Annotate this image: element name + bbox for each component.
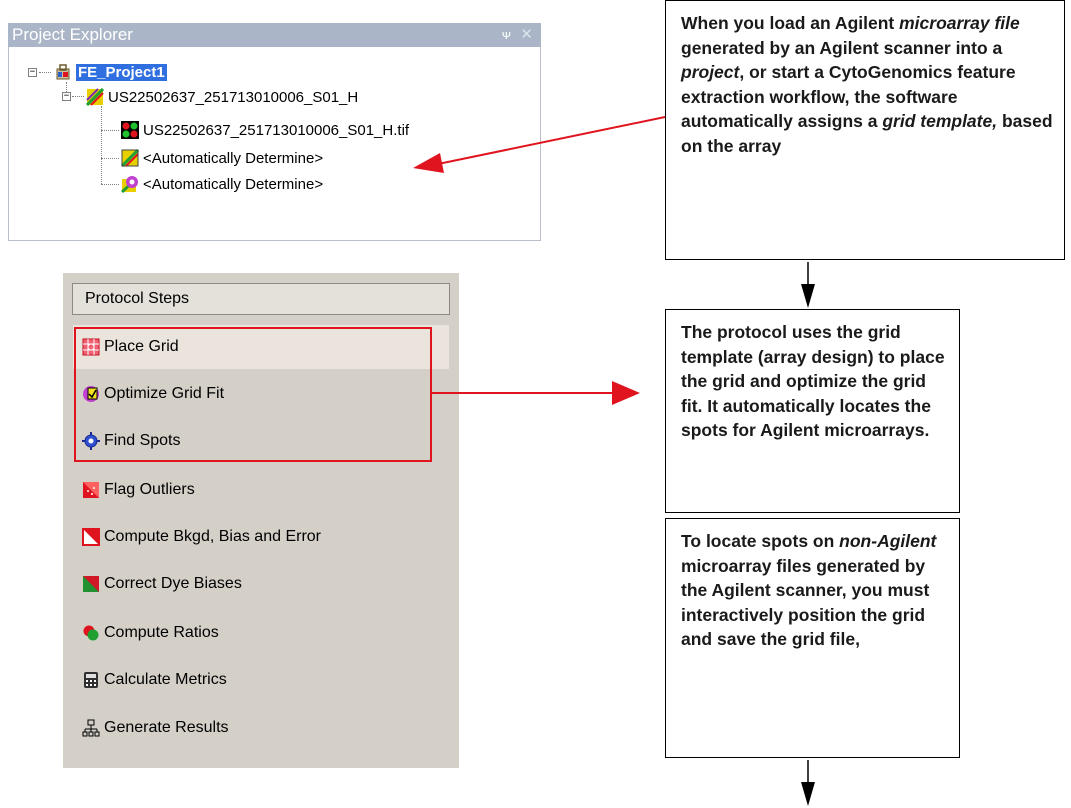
tree-item-scan[interactable]: US22502637_251713010006_S01_H — [85, 86, 359, 108]
tree-item-grid-template[interactable]: <Automatically Determine> — [120, 147, 324, 169]
close-icon[interactable]: ✕ — [520, 23, 533, 47]
arrow-down-1 — [801, 262, 815, 308]
step-label: Compute Ratios — [104, 624, 219, 641]
arrow-to-protocol-callout — [432, 381, 640, 405]
tree-item-label: <Automatically Determine> — [143, 149, 324, 167]
tree-item-label: <Automatically Determine> — [143, 175, 324, 193]
project-explorer-title: Project Explorer — [12, 25, 133, 44]
step-compute-bkgd[interactable]: Compute Bkgd, Bias and Error — [82, 524, 321, 550]
correct-dye-biases-icon — [82, 575, 100, 593]
callout-text: When you load an Agilent — [681, 13, 900, 33]
flag-outliers-icon — [82, 481, 100, 499]
tree-connector — [101, 158, 119, 159]
step-label: Flag Outliers — [104, 481, 195, 498]
callout-italic-text: microarray file — [899, 13, 1020, 33]
grid-template-icon — [120, 148, 140, 168]
step-generate-results[interactable]: Generate Results — [82, 715, 229, 741]
tree-connector — [101, 106, 102, 184]
tree-connector — [101, 130, 119, 131]
protocol-icon — [120, 175, 139, 194]
arrow-down-2 — [801, 760, 815, 806]
calculate-metrics-icon — [82, 671, 100, 689]
tree-item-label: US22502637_251713010006_S01_H — [108, 88, 359, 106]
protocol-steps-header[interactable]: Protocol Steps — [72, 283, 450, 315]
callout-non-agilent: To locate spots on non-Agilent microarra… — [665, 518, 960, 758]
step-label: Correct Dye Biases — [104, 575, 242, 592]
project-icon — [54, 63, 72, 81]
step-label: Calculate Metrics — [104, 671, 227, 688]
tree-connector — [101, 184, 119, 185]
tree-item-project[interactable]: FE_Project1 — [54, 61, 167, 83]
collapse-toggle[interactable]: − — [62, 92, 71, 101]
step-label: Compute Bkgd, Bias and Error — [104, 528, 321, 545]
scan-image-icon — [85, 87, 105, 107]
callout-text: generated by an Agilent scanner into a — [681, 37, 1003, 58]
callout-auto-grid-template: When you load an Agilent microarray file… — [665, 0, 1065, 260]
compute-bkgd-icon — [82, 528, 100, 546]
tree-item-label: FE_Project1 — [76, 63, 167, 81]
step-calculate-metrics[interactable]: Calculate Metrics — [82, 667, 227, 693]
callout-italic-text: non-Agilent — [839, 531, 937, 551]
collapse-toggle[interactable]: − — [28, 68, 37, 77]
tree-connector — [72, 96, 84, 97]
project-explorer-title-bar: Project Explorer ᴪ ✕ — [8, 23, 541, 47]
step-label: Generate Results — [104, 719, 229, 736]
callout-italic-text: project — [681, 62, 740, 82]
callout-italic-text: grid template, — [882, 111, 998, 131]
tree-connector — [39, 72, 51, 73]
step-flag-outliers[interactable]: Flag Outliers — [82, 477, 195, 503]
callout-protocol-steps: The protocol uses the grid template (arr… — [665, 309, 960, 513]
generate-results-icon — [82, 719, 100, 737]
tree-item-protocol[interactable]: <Automatically Determine> — [120, 173, 324, 195]
step-correct-dye-biases[interactable]: Correct Dye Biases — [82, 571, 242, 597]
tree-item-tif[interactable]: US22502637_251713010006_S01_H.tif — [121, 119, 409, 141]
callout-text: microarray files generated by the Agilen… — [681, 555, 930, 650]
highlight-box — [74, 327, 432, 462]
pin-icon[interactable]: ᴪ — [502, 23, 511, 47]
tree-item-label: US22502637_251713010006_S01_H.tif — [143, 121, 410, 139]
step-compute-ratios[interactable]: Compute Ratios — [82, 620, 219, 646]
image-file-icon — [121, 121, 139, 139]
callout-text: The protocol uses the grid template (arr… — [681, 322, 945, 440]
callout-text: To locate spots on — [681, 531, 840, 551]
compute-ratios-icon — [82, 624, 100, 642]
